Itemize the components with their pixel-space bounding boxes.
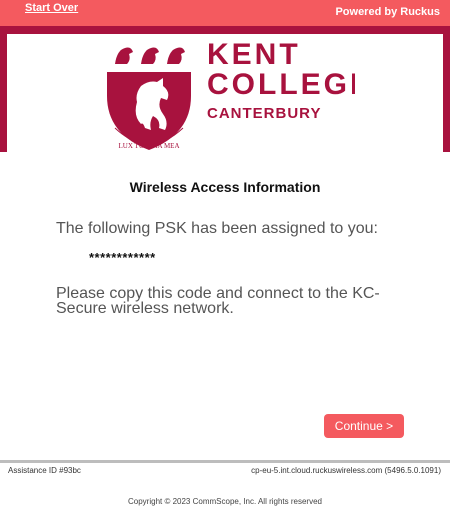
continue-button[interactable]: Continue >: [324, 414, 404, 438]
motto-text: LUX TUA VIA MEA: [119, 142, 180, 150]
bird-icons: [115, 47, 185, 64]
instructions-text: Please copy this code and connect to the…: [56, 285, 380, 317]
logo-word-canterbury: CANTERBURY: [207, 105, 321, 122]
logo-word-college: COLLEGE: [207, 68, 355, 101]
start-over-link[interactable]: Start Over: [25, 2, 78, 14]
page-title: Wireless Access Information: [129, 179, 321, 195]
server-info: cp-eu-5.int.cloud.ruckuswireless.com (54…: [251, 466, 441, 475]
psk-value[interactable]: ************: [89, 250, 156, 265]
logo-graphic: LUX TUA VIA MEA KENT COLLEGE CANTERBURY: [107, 38, 370, 150]
logo-word-kent: KENT: [207, 38, 301, 71]
footer-divider: [0, 460, 450, 463]
top-bar: Start Over Powered by Ruckus: [0, 0, 450, 26]
powered-by-label: Powered by Ruckus: [335, 6, 440, 18]
content-card: LUX TUA VIA MEA KENT COLLEGE CANTERBURY …: [7, 34, 443, 460]
copyright-text: Copyright © 2023 CommScope, Inc. All rig…: [128, 497, 322, 506]
psk-intro-text: The following PSK has been assigned to y…: [56, 220, 378, 237]
assistance-id: Assistance ID #93bc: [8, 466, 81, 475]
kent-college-logo: LUX TUA VIA MEA KENT COLLEGE CANTERBURY: [105, 36, 370, 154]
